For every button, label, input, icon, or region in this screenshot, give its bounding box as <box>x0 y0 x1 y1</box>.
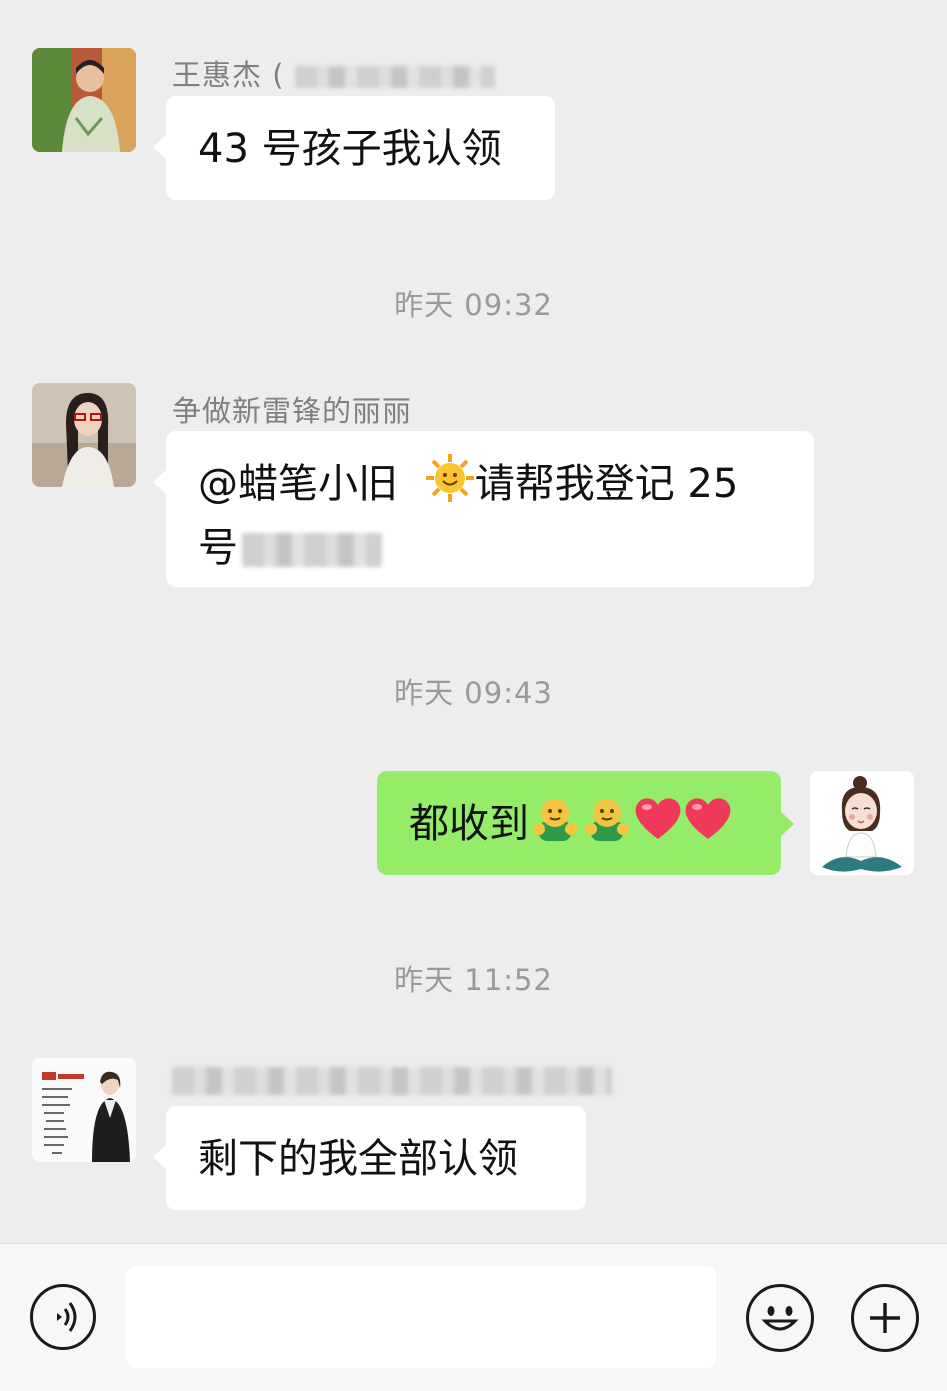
timestamp: 昨天 09:43 <box>394 676 553 710</box>
hug-emoji-icon <box>529 793 581 859</box>
message-bubble[interactable]: 剩下的我全部认领 <box>153 1106 586 1210</box>
redacted-text <box>172 1067 612 1095</box>
voice-button[interactable] <box>30 1284 96 1350</box>
sender-name: 争做新雷锋的丽丽 <box>172 394 413 428</box>
sun-emoji-icon <box>425 453 475 519</box>
sender-name: 王惠杰 ( <box>172 52 495 94</box>
avatar[interactable] <box>32 48 136 152</box>
redacted-text <box>294 66 495 88</box>
mention-text[interactable]: @蜡笔小旧 <box>198 461 411 507</box>
message-bubble[interactable]: 43 号孩子我认领 <box>153 96 555 200</box>
message-bubble[interactable]: @蜡笔小旧 请帮我登记 25 号 <box>153 431 814 587</box>
message-text: 号 <box>198 525 238 571</box>
message-text: 43 号孩子我认领 <box>198 126 502 172</box>
plus-icon <box>870 1303 900 1333</box>
message-bubble-self[interactable]: 都收到 <box>377 771 794 875</box>
avatar[interactable] <box>32 383 136 487</box>
sender-name <box>172 1062 612 1096</box>
message-input[interactable] <box>126 1266 716 1368</box>
heart-emoji-icon <box>633 795 683 857</box>
input-bar <box>0 1243 947 1391</box>
timestamp: 昨天 09:32 <box>394 288 553 322</box>
timestamp: 昨天 11:52 <box>394 963 553 997</box>
message-text: 剩下的我全部认领 <box>198 1136 518 1182</box>
plus-button[interactable] <box>851 1284 919 1352</box>
voice-icon <box>57 1302 77 1332</box>
avatar-self[interactable] <box>810 771 914 875</box>
message-text: 都收到 <box>409 801 529 847</box>
heart-emoji-icon <box>683 795 733 857</box>
hug-emoji-icon <box>581 793 633 859</box>
smile-icon <box>761 1306 799 1331</box>
avatar[interactable] <box>32 1058 136 1162</box>
sender-name-text: 王惠杰 ( <box>172 58 285 92</box>
message-text: 请帮我登记 25 <box>474 461 739 507</box>
redacted-text <box>242 533 382 567</box>
emoji-button[interactable] <box>746 1284 814 1352</box>
